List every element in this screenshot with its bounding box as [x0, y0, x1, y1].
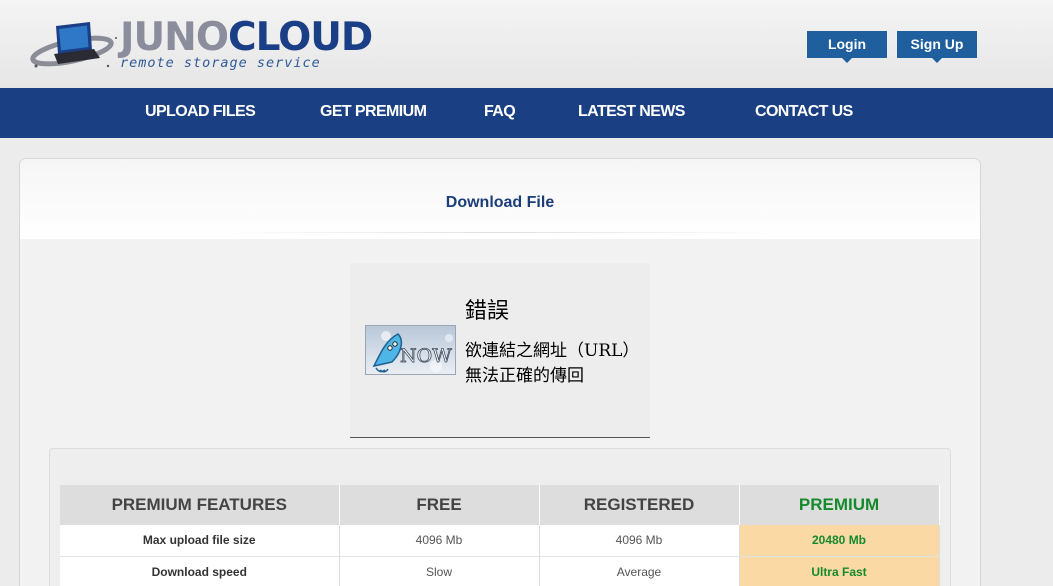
column-header: FREE	[339, 485, 540, 525]
nav-upload-files[interactable]: UPLOAD FILES	[145, 88, 256, 138]
login-button[interactable]: Login	[807, 31, 887, 63]
cloud-laptop-icon	[30, 22, 117, 68]
column-header: REGISTERED	[539, 485, 740, 525]
premium-features-table: PREMIUM FEATURES FREE REGISTERED PREMIUM…	[60, 485, 940, 586]
error-image-text: NOW	[400, 345, 452, 367]
logo-wordmark: JUNOCLOUD	[120, 15, 373, 60]
error-image: NOW	[365, 325, 456, 375]
registered-value: Average	[539, 556, 740, 586]
free-value: 4096 Mb	[339, 525, 540, 557]
logo-tagline: remote storage service	[120, 55, 321, 71]
column-header: PREMIUM FEATURES	[60, 485, 340, 525]
divider	[220, 232, 780, 233]
error-message: 欲連結之網址（URL）無法正確的傳回	[465, 341, 640, 386]
error-embed: NOW 錯誤 欲連結之網址（URL）無法正確的傳回	[350, 263, 650, 438]
site-logo[interactable]: JUNOCLOUD remote storage service	[30, 14, 373, 76]
table-header-row: PREMIUM FEATURES FREE REGISTERED PREMIUM	[60, 485, 940, 525]
error-title: 錯誤	[465, 299, 510, 324]
nav-latest-news[interactable]: LATEST NEWS	[578, 88, 685, 138]
feature-name: Max upload file size	[60, 525, 340, 557]
main-nav: UPLOAD FILES GET PREMIUM FAQ LATEST NEWS…	[0, 88, 1053, 138]
signup-button[interactable]: Sign Up	[897, 31, 977, 63]
premium-value: Ultra Fast	[739, 556, 940, 586]
table-row: Download speed Slow Average Ultra Fast	[60, 556, 940, 586]
column-header-premium: PREMIUM	[739, 485, 940, 525]
registered-value: 4096 Mb	[539, 525, 740, 557]
nav-contact-us[interactable]: CONTACT US	[755, 88, 853, 138]
table-row: Max upload file size 4096 Mb 4096 Mb 204…	[60, 525, 940, 557]
squid-mascot-icon: NOW	[372, 331, 453, 373]
site-header: JUNOCLOUD remote storage service Login S…	[0, 0, 1053, 88]
free-value: Slow	[339, 556, 540, 586]
premium-value: 20480 Mb	[739, 525, 940, 557]
page-title: Download File	[445, 194, 555, 211]
nav-faq[interactable]: FAQ	[484, 88, 516, 138]
nav-get-premium[interactable]: GET PREMIUM	[320, 88, 427, 138]
feature-name: Download speed	[60, 556, 340, 586]
